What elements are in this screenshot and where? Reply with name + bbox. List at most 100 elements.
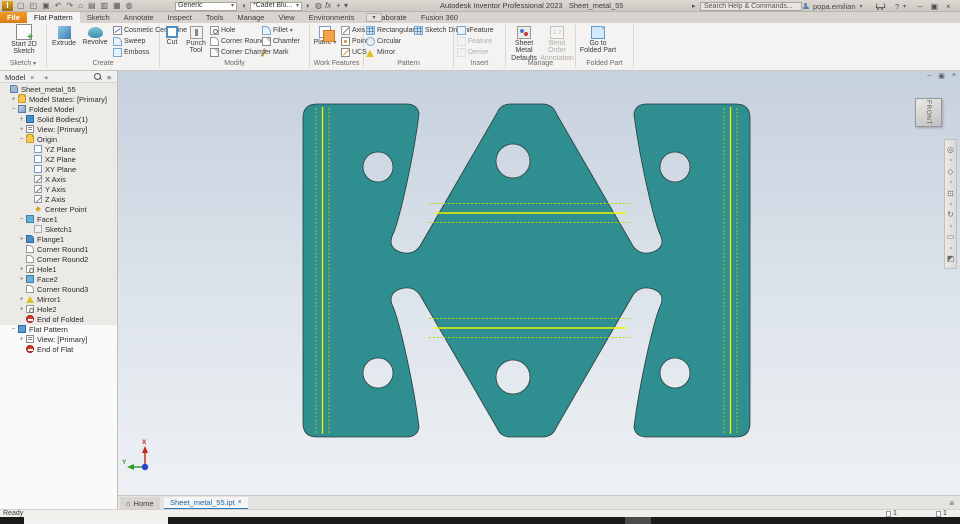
iproperties-icon[interactable]: ▤ <box>88 0 96 12</box>
pan-icon[interactable]: ◇ <box>947 167 953 176</box>
tree-row[interactable]: End of Flat <box>0 344 117 354</box>
help-icon[interactable]: ? <box>895 2 899 11</box>
tree-row[interactable]: + Hole2 <box>0 304 117 314</box>
new-file-icon[interactable]: ▢ <box>17 0 25 12</box>
tree-expander[interactable]: − <box>18 136 25 143</box>
tree-row[interactable]: + View: [Primary] <box>0 124 117 134</box>
tree-expander[interactable]: − <box>18 216 25 223</box>
tree-expander[interactable]: + <box>18 236 25 243</box>
appearance-mini-icon[interactable]: ◩ <box>947 254 955 263</box>
tree-expander[interactable]: + <box>18 116 25 123</box>
panel-label-modify[interactable]: Modify <box>160 59 309 69</box>
inventor-logo[interactable]: I <box>2 1 13 11</box>
tree-row[interactable]: Corner Round3 <box>0 284 117 294</box>
panel-label-create[interactable]: Create <box>47 59 159 69</box>
tree-row[interactable]: Corner Round2 <box>0 254 117 264</box>
corner-round-button[interactable]: Corner Round <box>210 36 265 46</box>
material-icon[interactable]: ◍ <box>126 0 133 12</box>
tree-expander[interactable]: + <box>18 266 25 273</box>
mark-button[interactable]: Mark <box>262 47 289 57</box>
appearance-wheel-icon[interactable]: ◑ <box>241 0 246 12</box>
circular-pattern-button[interactable]: Circular <box>366 36 401 46</box>
emboss-button[interactable]: Emboss <box>113 47 149 57</box>
tab-sketch[interactable]: Sketch <box>80 12 117 23</box>
tree-row[interactable]: XZ Plane <box>0 154 117 164</box>
zoom-window-icon[interactable]: ⊡ <box>947 189 954 198</box>
doc-restore-button[interactable]: ▣ <box>938 72 945 80</box>
tab-close-icon[interactable]: × <box>238 499 242 506</box>
ucs-button[interactable]: UCS <box>341 47 367 57</box>
tree-expander[interactable]: + <box>18 126 25 133</box>
punch-tool-button[interactable]: Punch Tool <box>184 24 208 55</box>
look-at-icon[interactable]: ▭ <box>947 232 955 241</box>
tree-expander[interactable]: + <box>18 336 25 343</box>
tab-view[interactable]: View <box>271 12 301 23</box>
tab-fusion-360[interactable]: Fusion 360 <box>414 12 465 23</box>
extrude-button[interactable]: Extrude <box>50 24 78 47</box>
save-icon[interactable]: ▣ <box>42 0 50 12</box>
doc-minimize-button[interactable]: – <box>927 72 931 80</box>
plane-button[interactable]: Plane ▾ <box>312 24 338 46</box>
tree-row[interactable]: XY Plane <box>0 164 117 174</box>
browser-add-icon[interactable]: + <box>44 73 48 82</box>
browser-search-icon[interactable] <box>94 73 101 80</box>
panel-label-folded-part[interactable]: Folded Part <box>576 59 633 69</box>
tab-annotate[interactable]: Annotate <box>117 12 161 23</box>
qat-customize-icon[interactable]: ▾ <box>344 0 348 12</box>
plus-icon[interactable]: + <box>336 0 341 12</box>
tree-row[interactable]: YZ Plane <box>0 144 117 154</box>
material-select[interactable]: Generic ▾ <box>175 1 237 11</box>
measure-icon[interactable]: ▦ <box>113 0 121 12</box>
tab-file[interactable]: File <box>0 12 27 23</box>
tree-row[interactable]: − Folded Model <box>0 104 117 114</box>
tree-expander[interactable]: + <box>10 96 17 103</box>
store-cart-icon[interactable] <box>876 2 885 10</box>
flat-pattern-part[interactable] <box>118 71 960 495</box>
tree-expander[interactable]: − <box>10 106 17 113</box>
orbit-icon[interactable]: ↻ <box>947 210 954 219</box>
color-adjust-icon[interactable]: ◍ <box>315 0 322 12</box>
navigation-wheel-icon[interactable]: ◎ <box>947 145 954 154</box>
start-2d-sketch-button[interactable]: Start 2D Sketch <box>6 24 42 56</box>
tree-row[interactable]: + Solid Bodies(1) <box>0 114 117 124</box>
sheet-metal-defaults-button[interactable]: Sheet Metal Defaults <box>508 24 540 62</box>
tab-manage[interactable]: Manage <box>230 12 271 23</box>
tree-row[interactable]: Y Axis <box>0 184 117 194</box>
taskbar-active-app[interactable] <box>24 517 168 524</box>
sweep-button[interactable]: Sweep <box>113 36 145 46</box>
tree-expander[interactable]: − <box>10 326 17 333</box>
fillet-button[interactable]: Fillet ▾ <box>262 25 293 35</box>
tree-row[interactable]: Corner Round1 <box>0 244 117 254</box>
graphics-canvas[interactable]: – ▣ × FRONT ◎ ◇ ⊡ ↻ ▭ ◩ X Y <box>118 71 960 495</box>
tree-row[interactable]: Sheet_metal_55 <box>0 84 117 94</box>
tree-row[interactable]: − Origin <box>0 134 117 144</box>
tree-expander[interactable]: + <box>18 276 25 283</box>
account-menu[interactable]: popa.emilian ▾ <box>802 0 863 12</box>
open-icon[interactable]: ◰ <box>30 0 38 12</box>
rectangular-pattern-button[interactable]: Rectangular <box>366 25 415 35</box>
tree-row[interactable]: − Flat Pattern <box>0 324 117 334</box>
panel-label-work-features[interactable]: Work Features <box>310 59 363 69</box>
browser-close-icon[interactable]: × <box>30 73 34 82</box>
close-button[interactable]: × <box>946 2 951 11</box>
appearance-select[interactable]: *Cadet Blu... ▾ <box>250 1 302 11</box>
go-to-folded-part-button[interactable]: Go to Folded Part <box>578 24 618 55</box>
panel-label-manage[interactable]: Manage <box>506 59 575 69</box>
print-icon[interactable]: ▥ <box>101 0 109 12</box>
browser-tab-model[interactable]: Model <box>5 73 25 82</box>
chamfer-button[interactable]: Chamfer <box>262 36 300 46</box>
home-icon[interactable]: ⌂ <box>78 0 83 12</box>
undo-icon[interactable]: ↶ <box>55 0 62 12</box>
tree-expander[interactable]: + <box>18 296 25 303</box>
adjust-icon[interactable]: ◐ <box>306 0 311 12</box>
search-input[interactable]: Search Help & Commands... <box>700 1 802 11</box>
revolve-button[interactable]: Revolve <box>80 24 110 46</box>
restore-button[interactable]: ▣ <box>930 2 938 11</box>
panel-label-pattern[interactable]: Pattern <box>364 59 453 69</box>
tree-row[interactable]: Center Point <box>0 204 117 214</box>
parameters-fx-icon[interactable]: fx <box>325 0 331 12</box>
tree-row[interactable]: + Face2 <box>0 274 117 284</box>
panel-label-sketch[interactable]: Sketch ▾ <box>0 59 46 69</box>
tab-flat-pattern[interactable]: Flat Pattern <box>26 12 80 23</box>
tree-row[interactable]: + View: [Primary] <box>0 334 117 344</box>
